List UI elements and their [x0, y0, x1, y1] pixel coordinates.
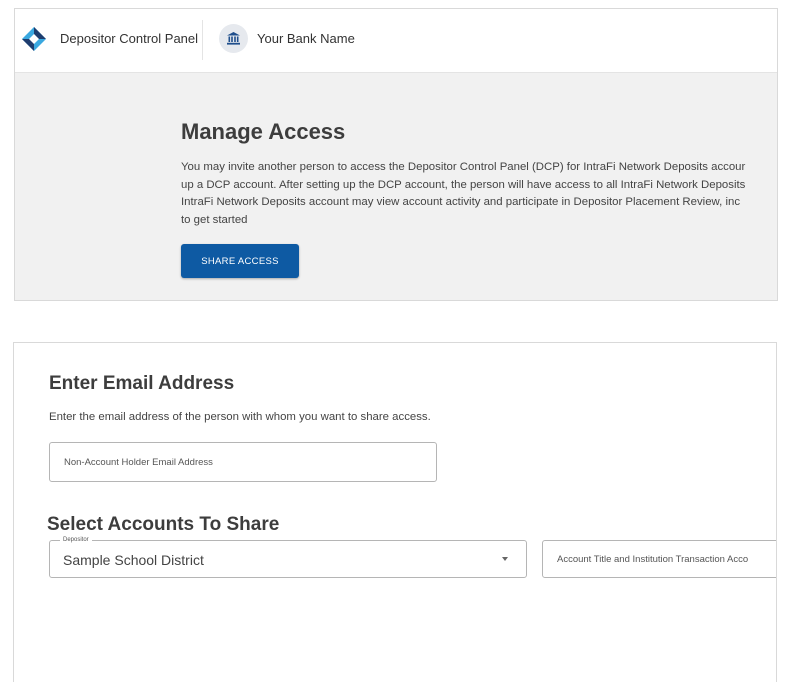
- top-bar: Depositor Control Panel Your Bank Name: [15, 9, 777, 73]
- app-title[interactable]: Depositor Control Panel: [60, 31, 198, 46]
- manage-access-description: You may invite another person to access …: [181, 159, 777, 229]
- header-divider: [202, 20, 203, 60]
- page-title: Manage Access: [181, 119, 346, 144]
- chevron-down-icon[interactable]: [502, 557, 508, 561]
- accounts-section-title: Select Accounts To Share: [47, 514, 280, 535]
- description-line: IntraFi Network Deposits account may vie…: [181, 196, 741, 208]
- bank-name: Your Bank Name: [257, 31, 355, 46]
- depositor-label: Depositor: [60, 536, 92, 544]
- diamond-logo-icon[interactable]: [21, 26, 47, 52]
- depositor-select[interactable]: Depositor Sample School District: [49, 536, 527, 578]
- depositor-value: Sample School District: [63, 552, 204, 568]
- email-input[interactable]: [49, 442, 437, 482]
- account-search-input[interactable]: [542, 540, 776, 578]
- description-line: You may invite another person to access …: [181, 161, 746, 173]
- description-line: to get started: [181, 213, 248, 226]
- manage-access-panel: Depositor Control Panel Your Bank Name M…: [14, 8, 778, 301]
- bank-icon: [219, 24, 248, 53]
- share-access-button[interactable]: SHARE ACCESS: [181, 244, 299, 278]
- share-access-form: Enter Email Address Enter the email addr…: [13, 342, 777, 682]
- email-section-description: Enter the email address of the person wi…: [49, 411, 431, 423]
- email-section-title: Enter Email Address: [49, 373, 235, 394]
- description-line: up a DCP account. After setting up the D…: [181, 178, 746, 191]
